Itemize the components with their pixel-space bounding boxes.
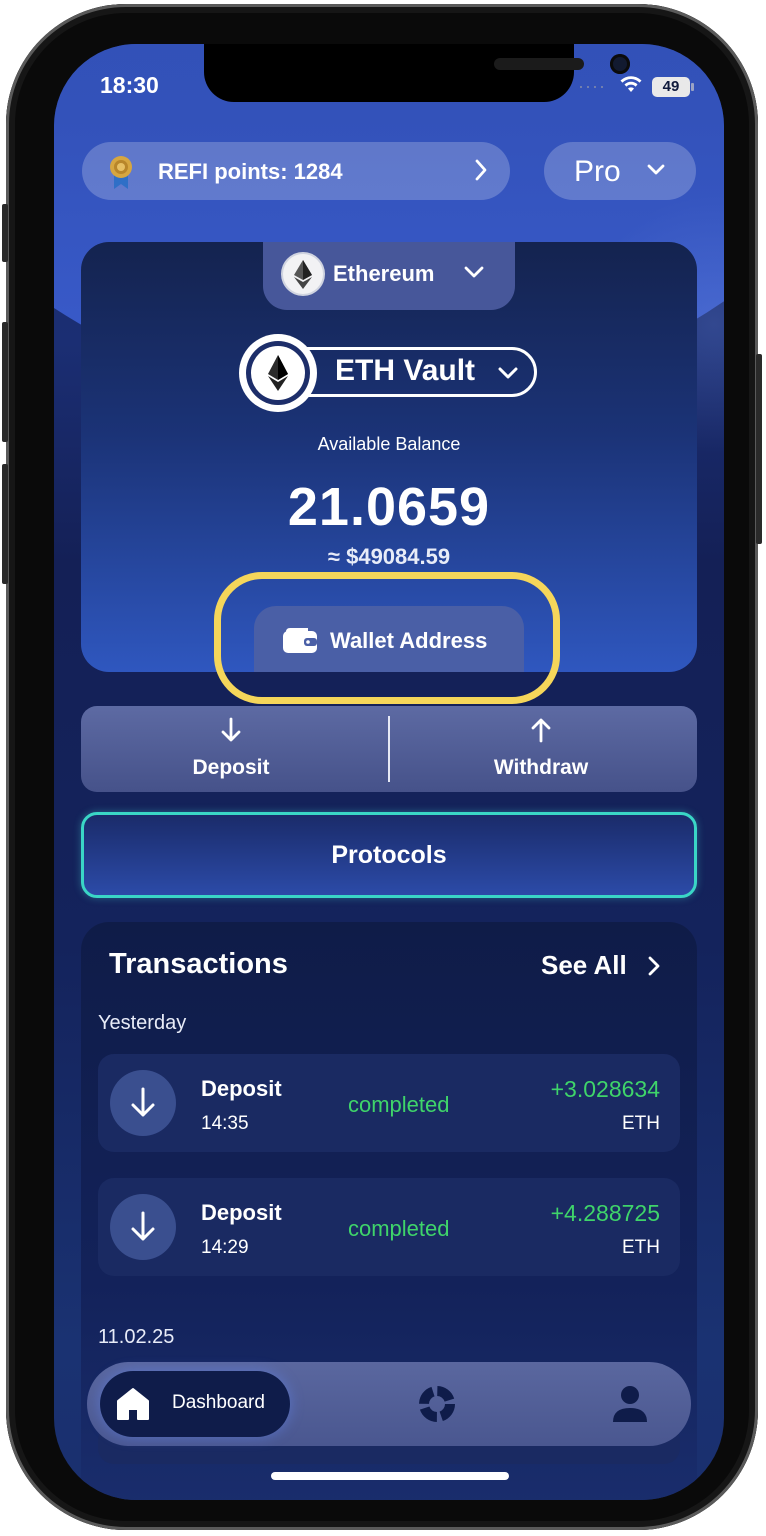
withdraw-label: Withdraw	[493, 756, 589, 779]
see-all-link[interactable]: See All	[541, 950, 627, 981]
chevron-right-icon[interactable]	[646, 954, 662, 978]
arrow-down-icon	[131, 1211, 155, 1241]
action-bar: Deposit Withdraw	[81, 706, 697, 792]
transaction-status: completed	[348, 1216, 450, 1241]
highlight-annotation	[214, 572, 560, 704]
network-label: Ethereum	[333, 261, 435, 286]
ethereum-icon	[283, 254, 323, 294]
transaction-status: completed	[348, 1092, 450, 1117]
transaction-type: Deposit	[201, 1076, 282, 1101]
network-selector[interactable]: Ethereum	[263, 242, 515, 310]
transaction-amount: +3.028634	[550, 1076, 660, 1102]
chevron-down-icon	[647, 164, 665, 175]
arrow-up-icon	[531, 718, 551, 743]
withdraw-button[interactable]: Withdraw	[391, 706, 691, 792]
balance-usd: ≈ $49084.59	[327, 544, 451, 569]
front-camera	[610, 54, 630, 74]
vault-selector[interactable]: ETH Vault	[239, 334, 539, 412]
phone-frame: 18:30 ···· 49 REFI points: 1284 Pro Ethe…	[2, 4, 762, 1530]
volume-up-button	[2, 322, 8, 442]
chevron-down-icon	[464, 266, 484, 278]
app-screen: 18:30 ···· 49 REFI points: 1284 Pro Ethe…	[54, 44, 724, 1500]
signal-icon: ····	[578, 76, 606, 96]
plan-label: Pro	[574, 155, 621, 188]
transaction-time: 14:35	[201, 1113, 249, 1134]
vault-name: ETH Vault	[335, 354, 476, 387]
user-icon[interactable]	[611, 1384, 649, 1424]
nav-dashboard[interactable]: Dashboard	[100, 1371, 290, 1437]
medal-icon	[110, 156, 132, 189]
home-icon	[117, 1388, 149, 1420]
portfolio-icon[interactable]	[417, 1384, 457, 1424]
notch	[204, 44, 630, 102]
nav-dashboard-label: Dashboard	[172, 1392, 265, 1413]
transaction-type: Deposit	[201, 1200, 282, 1225]
transaction-row[interactable]: Deposit 14:29 completed +4.288725 ETH	[98, 1178, 680, 1276]
deposit-type-icon	[110, 1194, 176, 1260]
balance-label: Available Balance	[317, 434, 461, 454]
deposit-button[interactable]: Deposit	[81, 706, 381, 792]
plan-selector[interactable]: Pro	[544, 142, 696, 200]
earpiece	[494, 58, 584, 70]
home-indicator[interactable]	[271, 1472, 509, 1480]
date-group-label: Yesterday	[98, 1012, 187, 1034]
balance-amount: 21.0659	[287, 477, 491, 537]
battery-icon: 49	[652, 77, 694, 97]
wifi-icon	[620, 76, 642, 92]
arrow-down-icon	[221, 717, 241, 742]
volume-down-button	[2, 464, 8, 584]
transaction-time: 14:29	[201, 1237, 249, 1258]
ethereum-icon	[239, 334, 317, 412]
status-time: 18:30	[100, 72, 159, 98]
transaction-amount: +4.288725	[550, 1200, 660, 1226]
protocols-button[interactable]: Protocols	[81, 812, 697, 898]
deposit-type-icon	[110, 1070, 176, 1136]
refi-points-label: REFI points: 1284	[158, 159, 343, 184]
transactions-title: Transactions	[109, 948, 288, 980]
transaction-unit: ETH	[622, 1237, 660, 1258]
date-group-label: 11.02.25	[98, 1326, 175, 1348]
bottom-nav: Dashboard	[87, 1362, 691, 1446]
refi-points-button[interactable]: REFI points: 1284	[82, 142, 510, 200]
arrow-down-icon	[131, 1087, 155, 1117]
transaction-row[interactable]: Deposit 14:35 completed +3.028634 ETH	[98, 1054, 680, 1152]
chevron-right-icon	[475, 159, 487, 181]
chevron-down-icon	[498, 367, 518, 379]
deposit-label: Deposit	[192, 756, 270, 779]
action-divider	[388, 716, 390, 782]
transaction-unit: ETH	[622, 1113, 660, 1134]
power-button	[756, 354, 762, 544]
mute-switch	[2, 204, 8, 262]
